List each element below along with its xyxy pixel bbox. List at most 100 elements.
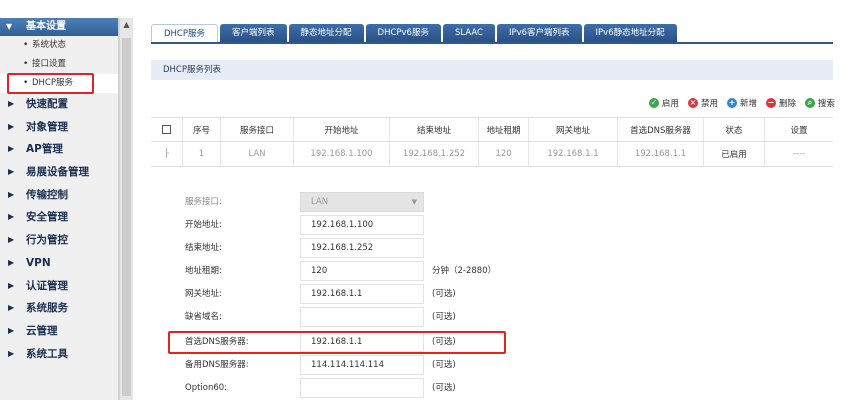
sidebar-item-auth-management[interactable]: ▶ 认证管理 — [0, 275, 118, 298]
ban-icon: × — [687, 98, 698, 108]
action-toolbar: ✓ 启用 × 禁用 + 新增 − 删除 ⌕ 搜索 — [623, 96, 835, 110]
sidebar-item-vpn[interactable]: ▶ VPN — [0, 252, 118, 275]
cell-dns: 192.168.1.1 — [618, 142, 704, 166]
sidebar-item-cloud-management[interactable]: ▶ 云管理 — [0, 320, 118, 343]
scrollbar-thumb[interactable] — [122, 38, 131, 396]
triangle-right-icon: ▶ — [8, 303, 15, 313]
triangle-down-icon: ▼ — [6, 22, 13, 31]
add-label: 新增 — [739, 99, 757, 109]
cell-status: 已启用 — [704, 142, 765, 166]
dhcp-service-table: 序号 服务接口 开始地址 结束地址 地址租期 网关地址 首选DNS服务器 状态 … — [151, 117, 833, 167]
sidebar-scrollbar[interactable]: ▲ — [119, 18, 133, 400]
form-row-end: 结束地址: 192.168.1.252 — [151, 238, 833, 258]
triangle-right-icon: ▶ — [8, 325, 15, 335]
sidebar-item-security[interactable]: ▶ 安全管理 — [0, 206, 118, 229]
triangle-right-icon: ▶ — [8, 99, 15, 108]
row-expander-icon[interactable]: ├ — [151, 142, 183, 166]
form-row-gateway: 网关地址: 192.168.1.1 (可选) — [151, 284, 833, 304]
table-row[interactable]: ├ 1 LAN 192.168.1.100 192.168.1.252 120 … — [151, 142, 833, 167]
plus-icon: + — [726, 98, 737, 108]
secondary-dns-note: (可选) — [432, 360, 456, 370]
dns-highlight-box — [168, 331, 506, 354]
end-address-field[interactable]: 192.168.1.252 — [300, 238, 424, 258]
tab-static-allocation[interactable]: 静态地址分配 — [288, 24, 364, 43]
form-row-interface: 服务接口: LAN ▼ — [151, 192, 833, 212]
sidebar-group-label: 基本设置 — [26, 21, 66, 32]
form-row-lease: 地址租期: 120 分钟（2-2880） — [151, 261, 833, 281]
triangle-right-icon: ▶ — [8, 257, 15, 267]
cell-end-address: 192.168.1.252 — [390, 142, 479, 166]
sidebar-item-object-management[interactable]: ▶ 对象管理 — [0, 116, 118, 139]
sidebar-item-system-tools[interactable]: ▶ 系统工具 — [0, 343, 118, 366]
sidebar-subitem-label: 系统状态 — [32, 40, 67, 50]
sidebar-item-label: 安全管理 — [26, 211, 68, 224]
sidebar-subitem-interface-settings[interactable]: • 接口设置 — [0, 55, 118, 74]
end-address-label: 结束地址: — [185, 243, 222, 253]
sidebar-item-behavior-control[interactable]: ▶ 行为管控 — [0, 229, 118, 252]
sidebar-item-transfer-control[interactable]: ▶ 传输控制 — [0, 184, 118, 207]
delete-button[interactable]: − 删除 — [765, 96, 796, 110]
gateway-field[interactable]: 192.168.1.1 — [300, 284, 424, 304]
triangle-right-icon: ▶ — [8, 167, 15, 177]
secondary-dns-label: 备用DNS服务器: — [185, 360, 249, 370]
top-bar — [0, 0, 849, 18]
enable-button[interactable]: ✓ 启用 — [648, 96, 679, 110]
cell-start-address: 192.168.1.100 — [294, 142, 390, 166]
sidebar-group-basic-settings[interactable]: ▼ 基本设置 — [0, 18, 118, 36]
disable-button[interactable]: × 禁用 — [687, 96, 718, 110]
tab-ipv6-static-allocation[interactable]: IPv6静态地址分配 — [583, 24, 677, 43]
interface-label: 服务接口: — [185, 197, 222, 207]
option60-label: Option60: — [185, 383, 228, 393]
column-header-settings: 设置 — [790, 125, 808, 136]
column-header-interface: 服务接口 — [221, 118, 294, 141]
sidebar-subitem-system-status[interactable]: • 系统状态 — [0, 36, 118, 55]
scroll-up-arrow-icon[interactable]: ▲ — [120, 20, 133, 29]
sidebar-item-label: 行为管控 — [26, 234, 68, 247]
add-button[interactable]: + 新增 — [726, 96, 757, 110]
sidebar-item-label: 快速配置 — [26, 98, 68, 110]
triangle-right-icon: ▶ — [8, 189, 15, 199]
triangle-right-icon: ▶ — [8, 121, 15, 131]
tab-dhcp-service[interactable]: DHCP服务 — [151, 24, 218, 43]
lease-field[interactable]: 120 — [300, 261, 424, 281]
form-row-dns2: 备用DNS服务器: 114.114.114.114 (可选) — [151, 355, 833, 375]
tab-bar: DHCP服务 客户端列表 静态地址分配 DHCPv6服务 SLAAC IPv6客… — [151, 24, 679, 43]
sidebar-item-label: 系统服务 — [26, 302, 68, 315]
column-header-end-address: 结束地址 — [390, 118, 479, 141]
triangle-right-icon: ▶ — [8, 280, 15, 290]
minus-icon: − — [765, 98, 776, 108]
cell-lease: 120 — [479, 142, 529, 166]
sidebar-item-device-management[interactable]: ▶ 易展设备管理 — [0, 161, 118, 184]
lease-label: 地址租期: — [185, 266, 222, 276]
bullet-icon: • — [23, 59, 29, 69]
section-title: DHCP服务列表 — [151, 60, 833, 80]
dhcp-highlight-box — [7, 73, 94, 94]
option60-note: (可选) — [432, 383, 456, 393]
sidebar-item-system-services[interactable]: ▶ 系统服务 — [0, 297, 118, 320]
tab-slaac[interactable]: SLAAC — [442, 24, 495, 43]
form-row-start: 开始地址: 192.168.1.100 — [151, 215, 833, 235]
interface-select: LAN ▼ — [300, 192, 424, 212]
secondary-dns-field[interactable]: 114.114.114.114 — [300, 355, 424, 375]
tab-dhcpv6-service[interactable]: DHCPv6服务 — [365, 24, 441, 43]
search-button[interactable]: ⌕ 搜索 — [804, 96, 835, 110]
sidebar-item-label: 对象管理 — [26, 120, 68, 133]
form-row-domain: 缺省域名: (可选) — [151, 307, 833, 327]
select-all-checkbox[interactable] — [162, 125, 171, 134]
tab-client-list[interactable]: 客户端列表 — [220, 24, 287, 43]
select-all-cell — [151, 118, 183, 141]
triangle-right-icon: ▶ — [8, 348, 15, 358]
sidebar-item-ap-management[interactable]: ▶ AP管理 — [0, 138, 118, 161]
sidebar-item-label: 易展设备管理 — [26, 166, 89, 179]
sidebar-item-label: 认证管理 — [26, 279, 68, 292]
domain-field[interactable] — [300, 307, 424, 327]
column-header-start-address: 开始地址 — [294, 118, 390, 141]
option60-field[interactable] — [300, 378, 424, 398]
domain-note: (可选) — [432, 312, 456, 322]
sidebar-item-quick-config[interactable]: ▶ 快速配置 — [0, 93, 118, 116]
cell-settings: ---- — [792, 149, 806, 159]
column-header-status: 状态 — [704, 118, 765, 141]
tab-ipv6-client-list[interactable]: IPv6客户端列表 — [496, 24, 582, 43]
start-address-field[interactable]: 192.168.1.100 — [300, 215, 424, 235]
lease-note: 分钟（2-2880） — [432, 266, 497, 276]
